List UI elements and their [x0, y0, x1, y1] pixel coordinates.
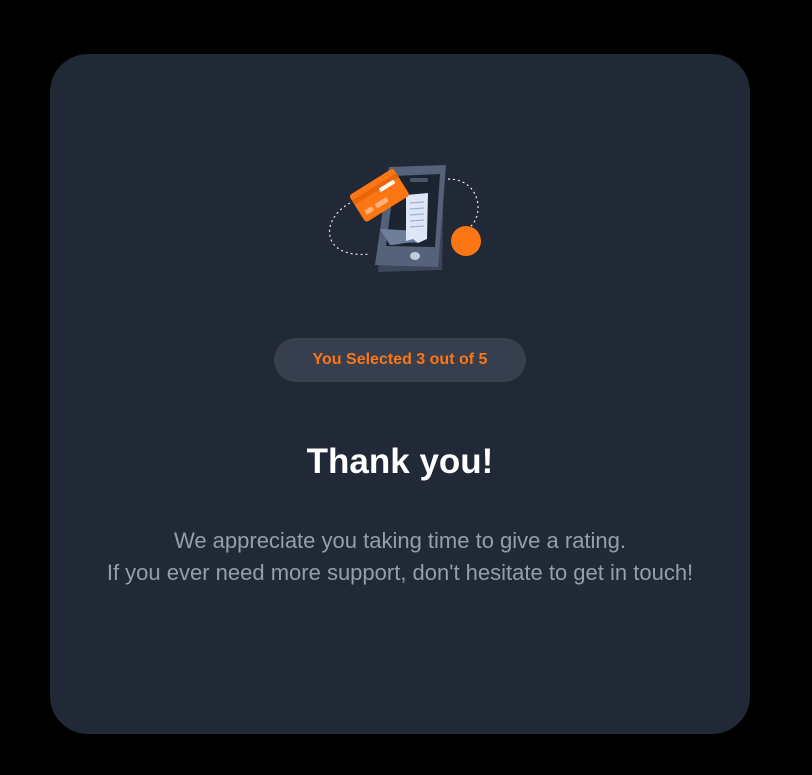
- page-title: Thank you!: [306, 442, 494, 481]
- phone-payment-illustration-icon: [320, 159, 490, 279]
- badge-total-value: 5: [478, 351, 488, 368]
- phone-home-button-shape: [410, 252, 420, 260]
- message-line-2: If you ever need more support, don't hes…: [106, 560, 694, 585]
- receipt-paper-shape: [406, 193, 428, 243]
- message-line-1: We appreciate you taking time to give a …: [173, 528, 627, 553]
- rating-selection-badge: You Selected 3 out of 5: [274, 338, 526, 382]
- thank-you-message: We appreciate you taking time to give a …: [105, 525, 695, 589]
- phone-speaker-shape: [410, 178, 428, 182]
- dotted-orbit-right: [447, 178, 479, 228]
- badge-selected-value: 3: [416, 351, 426, 368]
- badge-middle: out of: [429, 351, 475, 368]
- orange-coin-shape: [451, 226, 481, 256]
- thank-you-card: You Selected 3 out of 5 Thank you! We ap…: [50, 54, 750, 734]
- badge-prefix: You Selected: [312, 351, 412, 368]
